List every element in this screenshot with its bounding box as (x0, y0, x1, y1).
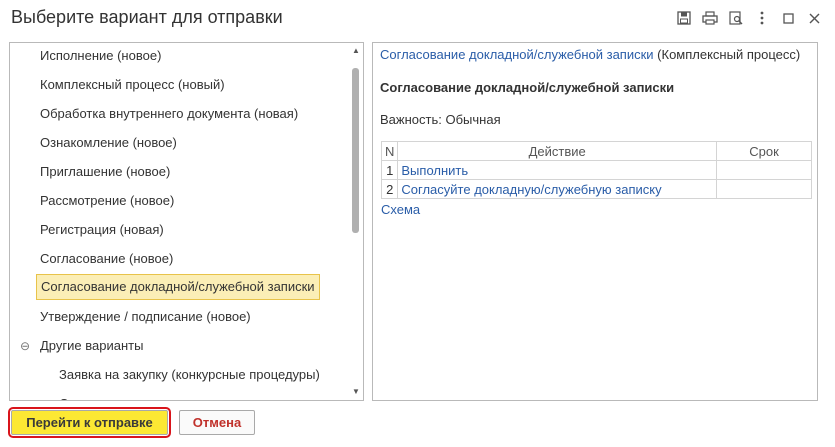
action-link[interactable]: Выполнить (397, 160, 717, 180)
list-item[interactable]: Ознакомление (новое) (10, 130, 177, 156)
details-header: Согласование докладной/служебной записки… (380, 47, 800, 62)
list-item[interactable]: Рассмотрение (новое) (10, 188, 174, 214)
cancel-button[interactable]: Отмена (179, 410, 255, 435)
close-icon[interactable] (801, 7, 827, 29)
scrollbar-thumb[interactable] (352, 68, 359, 233)
window-titlebar: Выберите вариант для отправки (0, 0, 835, 36)
row-number: 1 (380, 160, 399, 180)
save-icon[interactable] (671, 7, 697, 29)
titlebar-icons (671, 7, 827, 29)
importance-value: Обычная (445, 112, 501, 127)
scroll-down-icon[interactable]: ▼ (351, 387, 361, 397)
table-header-row: N Действие Срок (380, 141, 812, 161)
variants-list: Исполнение (новое) Комплексный процесс (… (10, 43, 349, 400)
row-number: 2 (380, 179, 399, 199)
table-row: 1 Выполнить (380, 160, 812, 180)
list-item[interactable]: Приглашение (новое) (10, 159, 170, 185)
maximize-icon[interactable] (775, 7, 801, 29)
print-icon[interactable] (697, 7, 723, 29)
column-header-term: Срок (716, 141, 812, 161)
list-item[interactable]: Исполнение (новое) (10, 43, 161, 69)
list-scrollbar[interactable]: ▲ ▼ (349, 43, 363, 400)
list-item[interactable]: Обработка внутреннего документа (новая) (10, 101, 298, 127)
action-link[interactable]: Согласуйте докладную/служебную записку (397, 179, 717, 199)
send-button[interactable]: Перейти к отправке (8, 407, 171, 438)
table-row: 2 Согласуйте докладную/служебную записку (380, 179, 812, 199)
preview-icon[interactable] (723, 7, 749, 29)
term-cell (716, 160, 812, 180)
list-item-partial[interactable]: С (10, 391, 68, 400)
actions-table: N Действие Срок 1 Выполнить 2 Согласуйте… (380, 141, 812, 199)
variants-list-panel: Исполнение (новое) Комплексный процесс (… (9, 42, 364, 401)
column-header-action: Действие (397, 141, 717, 161)
importance-row: Важность: Обычная (380, 112, 501, 127)
window-title: Выберите вариант для отправки (11, 7, 283, 27)
importance-label: Важность: (380, 112, 442, 127)
term-cell (716, 179, 812, 199)
process-type: (Комплексный процесс) (653, 47, 801, 62)
list-item[interactable]: Утверждение / подписание (новое) (10, 304, 251, 330)
list-item[interactable]: Согласование (новое) (10, 246, 173, 272)
variant-details-panel: Согласование докладной/служебной записки… (372, 42, 818, 401)
group-label: Другие варианты (40, 338, 144, 353)
process-link[interactable]: Согласование докладной/служебной записки (380, 47, 654, 62)
list-item[interactable]: Заявка на закупку (конкурсные процедуры) (10, 362, 320, 388)
scroll-up-icon[interactable]: ▲ (351, 46, 361, 56)
scheme-link[interactable]: Схема (381, 202, 420, 217)
group-other-variants[interactable]: ⊖ Другие варианты (10, 333, 143, 359)
collapse-icon[interactable]: ⊖ (20, 333, 30, 359)
more-icon[interactable] (749, 7, 775, 29)
column-header-n: N (380, 141, 399, 161)
list-item[interactable]: Регистрация (новая) (10, 217, 164, 243)
list-item[interactable]: Комплексный процесс (новый) (10, 72, 225, 98)
details-title: Согласование докладной/служебной записки (380, 80, 675, 95)
list-item-selected[interactable]: Согласование докладной/служебной записки (36, 274, 320, 300)
